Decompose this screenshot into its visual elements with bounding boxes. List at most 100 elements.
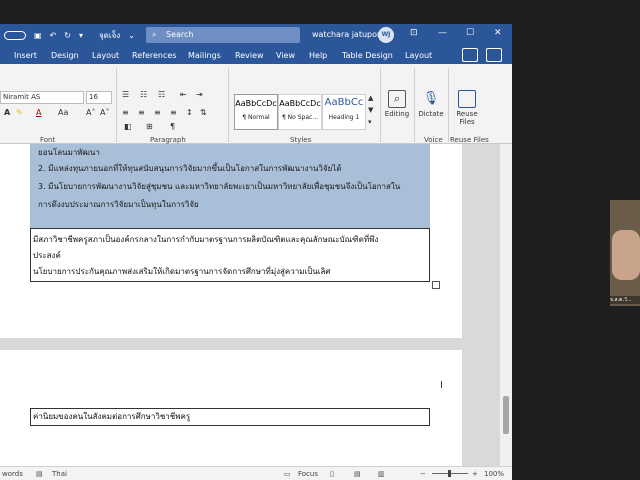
search-placeholder: Search	[166, 30, 194, 39]
separator	[448, 68, 449, 142]
font-color-icon[interactable]: A	[36, 108, 41, 117]
save-icon[interactable]: ▣	[34, 31, 42, 40]
change-case-icon[interactable]: Aa	[58, 108, 68, 117]
styles-more-icon[interactable]: ▾	[368, 118, 372, 126]
separator	[228, 68, 229, 142]
print-layout-icon[interactable]: ▤	[354, 470, 361, 478]
tab-mailings[interactable]: Mailings	[188, 51, 221, 60]
selected-line: ยอนโลนมาพัฒนา	[38, 148, 100, 157]
reuse-label-2: Files	[459, 118, 475, 126]
focus-mode[interactable]: Focus	[298, 470, 318, 478]
align-center-icon[interactable]: ≡	[138, 108, 145, 117]
language[interactable]: Thai	[52, 470, 67, 478]
increase-indent-icon[interactable]: ⇥	[196, 90, 203, 99]
bold-icon[interactable]: A	[4, 108, 10, 117]
title-bar: ▣ ↶ ↻ ▾ จุดเจ็ง ⌄ ⌕ Search watchara jatu…	[0, 24, 512, 46]
grow-font-icon[interactable]: A˄	[86, 108, 95, 117]
tab-design[interactable]: Design	[51, 51, 79, 60]
word-count[interactable]: words	[2, 470, 23, 478]
highlight-icon[interactable]: ✎	[16, 108, 23, 117]
tab-table-layout[interactable]: Layout	[405, 51, 432, 60]
autosave-toggle[interactable]	[4, 31, 26, 40]
tab-references[interactable]: References	[132, 51, 176, 60]
selected-text[interactable]: ยอนโลนมาพัฒนา 2. มีแหล่งทุนภายนอกที่ให้ท…	[30, 144, 430, 228]
tab-table-design[interactable]: Table Design	[342, 51, 393, 60]
style-normal[interactable]: AaBbCcDc ¶ Normal	[234, 94, 278, 130]
share-icon[interactable]	[462, 48, 478, 62]
zoom-out-icon[interactable]: −	[420, 470, 426, 478]
tab-insert[interactable]: Insert	[14, 51, 37, 60]
table-resize-handle[interactable]	[432, 281, 440, 289]
reuse-files-button[interactable]: Reuse Files	[450, 90, 484, 126]
numbering-icon[interactable]: ☷	[140, 90, 147, 99]
shrink-font-icon[interactable]: A˅	[100, 108, 109, 117]
show-marks-icon[interactable]: ¶	[170, 122, 175, 131]
video-thumbnail[interactable]: จ.ส.ต.วั...	[610, 200, 640, 306]
proofing-icon[interactable]: ▤	[36, 470, 43, 478]
multilevel-list-icon[interactable]: ☶	[158, 90, 165, 99]
quick-access-toolbar: ▣ ↶ ↻ ▾ จุดเจ็ง ⌄	[4, 29, 135, 42]
tab-layout[interactable]: Layout	[92, 51, 119, 60]
document-area[interactable]: ยอนโลนมาพัฒนา 2. มีแหล่งทุนภายนอกที่ให้ท…	[0, 144, 500, 480]
focus-icon[interactable]: ▭	[284, 470, 291, 478]
zoom-in-icon[interactable]: +	[472, 470, 478, 478]
text-cursor-icon: I	[440, 380, 443, 391]
tab-view[interactable]: View	[276, 51, 295, 60]
decrease-indent-icon[interactable]: ⇤	[180, 90, 187, 99]
style-heading-1[interactable]: AaBbCc Heading 1	[322, 94, 366, 130]
find-icon: ⌕	[388, 90, 406, 108]
sort-icon[interactable]: ⇅	[200, 108, 207, 117]
search-box[interactable]: ⌕ Search	[146, 27, 300, 43]
editing-button[interactable]: ⌕ Editing	[380, 90, 414, 118]
user-name[interactable]: watchara jatuporn	[312, 30, 385, 39]
reuse-files-icon	[458, 90, 476, 108]
tab-help[interactable]: Help	[309, 51, 327, 60]
dictate-button[interactable]: 🎙 Dictate	[414, 90, 448, 118]
line-spacing-icon[interactable]: ↕	[186, 108, 193, 117]
style-name: ¶ Normal	[242, 114, 270, 121]
customize-qat-icon[interactable]: ▾	[79, 31, 83, 40]
read-mode-icon[interactable]: ▯	[330, 470, 334, 478]
scrollbar-thumb[interactable]	[503, 396, 509, 434]
ribbon-display-icon[interactable]: ⊡	[410, 28, 418, 38]
page-2[interactable]: ค่านิยมของคนในสังคมต่อการศึกษาวิชาชีพครู	[0, 350, 462, 480]
styles-group-label: Styles	[290, 136, 312, 144]
style-name: ¶ No Spac...	[281, 114, 319, 121]
web-layout-icon[interactable]: ▥	[378, 470, 385, 478]
borders-icon[interactable]: ⊞	[146, 122, 153, 131]
status-bar: words ▤ Thai ▭ Focus ▯ ▤ ▥ − + 100%	[0, 466, 512, 480]
avatar[interactable]: WJ	[378, 27, 394, 43]
cell-line: นโยบายการประกันคุณภาพส่งเสริมให้เกิดมาตร…	[33, 267, 331, 276]
dictate-label: Dictate	[418, 110, 444, 118]
title-dropdown-icon[interactable]: ⌄	[128, 31, 135, 40]
bullets-icon[interactable]: ☰	[122, 90, 129, 99]
comments-icon[interactable]	[486, 48, 502, 62]
style-preview: AaBbCcDc	[235, 99, 277, 108]
style-no-spacing[interactable]: AaBbCcDc ¶ No Spac...	[278, 94, 322, 130]
voice-group-label: Voice	[424, 136, 443, 144]
zoom-slider-knob[interactable]	[448, 470, 451, 477]
shading-icon[interactable]: ◧	[124, 122, 132, 131]
align-right-icon[interactable]: ≡	[154, 108, 161, 117]
font-size-field[interactable]: 16	[86, 91, 112, 104]
maximize-icon[interactable]: ☐	[466, 28, 474, 38]
redo-icon[interactable]: ↻	[64, 31, 71, 40]
justify-icon[interactable]: ≡	[170, 108, 177, 117]
reuse-label-1: Reuse	[456, 110, 478, 118]
minimize-icon[interactable]: —	[438, 28, 447, 38]
close-icon[interactable]: ✕	[494, 28, 502, 38]
styles-scroll-up-icon[interactable]: ▲	[368, 94, 373, 102]
font-name-field[interactable]: Niramit AS	[0, 91, 84, 104]
page-1[interactable]: ยอนโลนมาพัฒนา 2. มีแหล่งทุนภายนอกที่ให้ท…	[0, 144, 462, 338]
vertical-scrollbar[interactable]	[500, 144, 512, 480]
separator	[116, 68, 117, 142]
selected-line: 3. มีนโยบายการพัฒนางานวิจัยสู่ชุมชน และม…	[38, 182, 401, 191]
tab-review[interactable]: Review	[235, 51, 264, 60]
zoom-level[interactable]: 100%	[484, 470, 504, 478]
table-cell[interactable]: ค่านิยมของคนในสังคมต่อการศึกษาวิชาชีพครู	[30, 408, 430, 426]
table-cell[interactable]: มีสภาวิชาชีพครูสภาเป็นองค์กรกลางในการกำก…	[30, 228, 430, 282]
styles-scroll-down-icon[interactable]: ▼	[368, 106, 373, 114]
undo-icon[interactable]: ↶	[50, 31, 57, 40]
font-group-label: Font	[40, 136, 56, 144]
align-left-icon[interactable]: ≡	[122, 108, 129, 117]
